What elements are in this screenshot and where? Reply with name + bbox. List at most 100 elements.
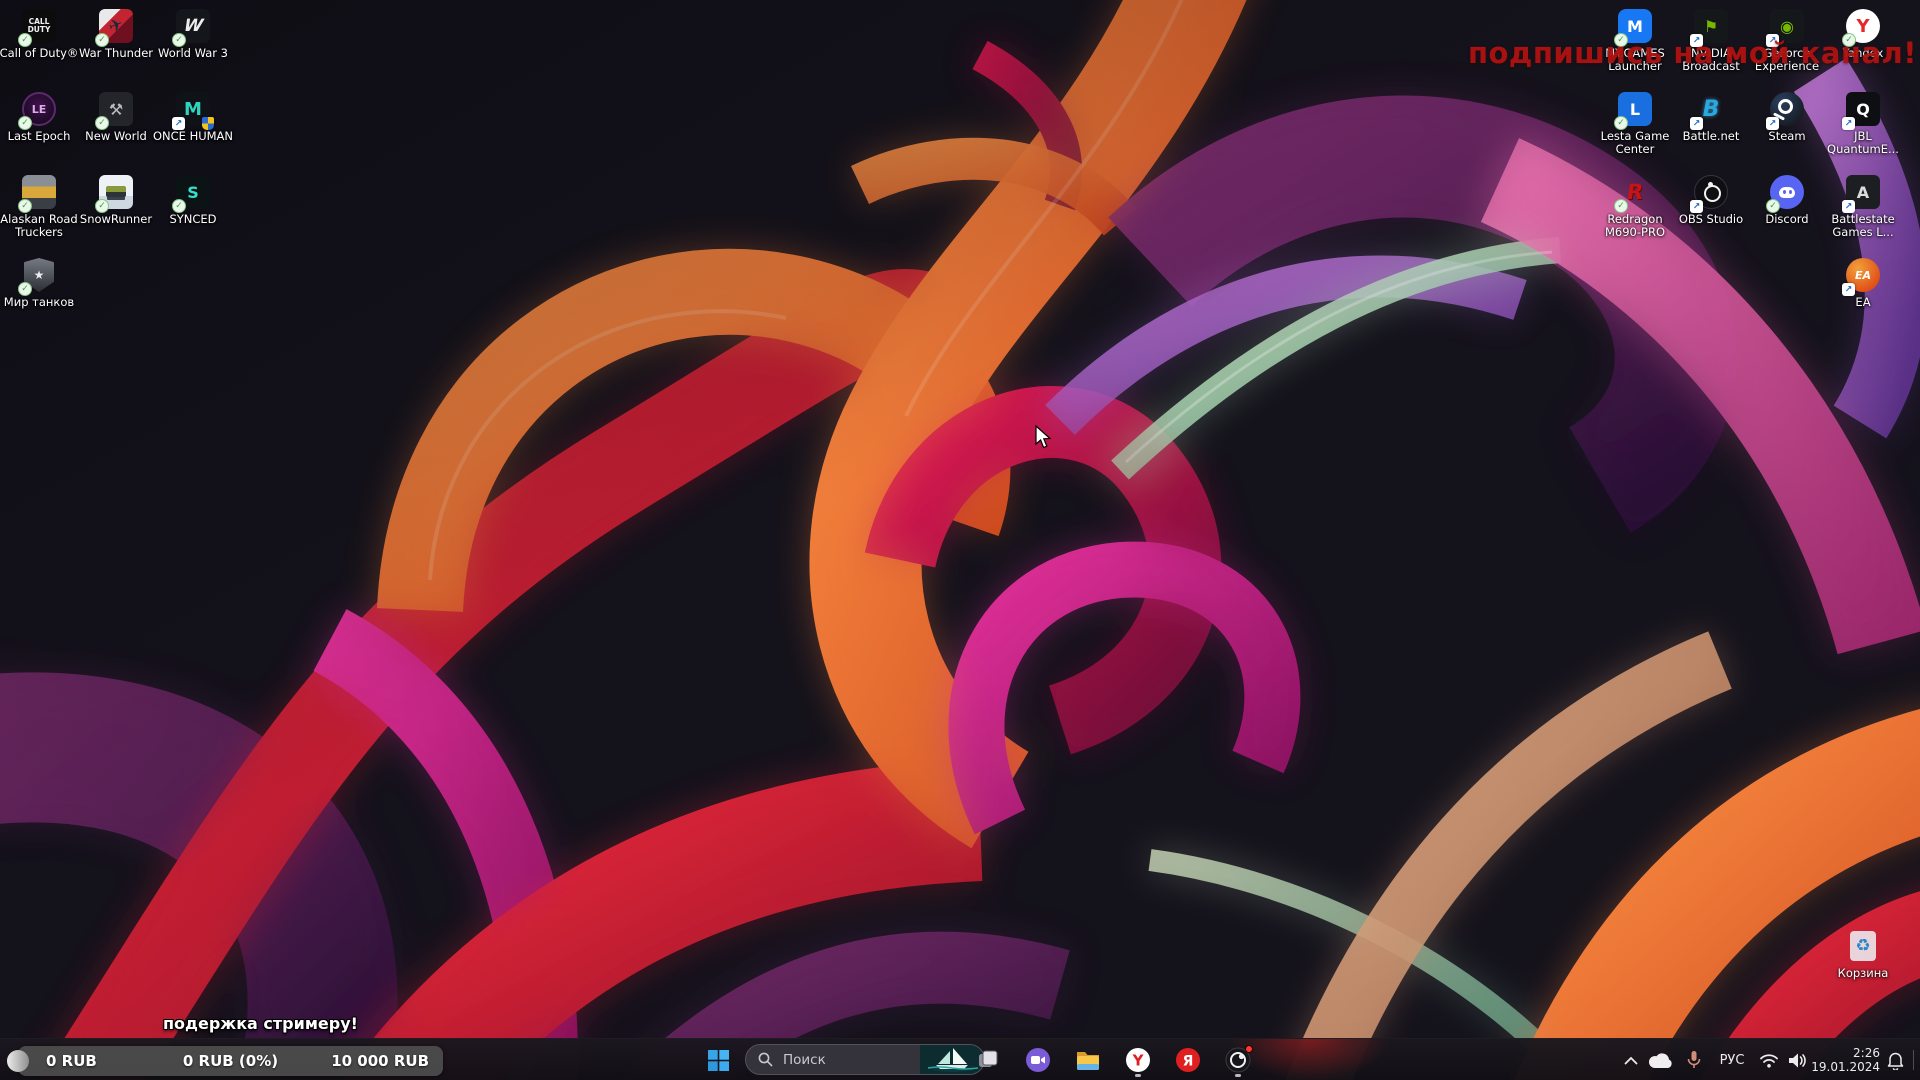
search-placeholder: Поиск <box>783 1052 920 1068</box>
file-explorer-icon <box>1075 1047 1101 1073</box>
steam-icon: ↗ <box>1769 91 1805 127</box>
desktop-icon-label: Discord <box>1745 213 1829 226</box>
notification-dot <box>1245 1045 1253 1053</box>
desktop-icon-label: SnowRunner <box>74 213 158 226</box>
tray-date: 19.01.2024 <box>1806 1060 1880 1074</box>
desktop-icon-mir-tankov[interactable]: ★✓Мир танков <box>0 257 78 309</box>
search-icon <box>758 1052 773 1067</box>
wifi-icon <box>1759 1053 1779 1068</box>
check-badge-icon: ✓ <box>18 116 32 130</box>
recycle-bin-tile: ♻ <box>1850 931 1876 961</box>
language-indicator[interactable]: РУС <box>1710 1039 1754 1080</box>
desktop-icon-obs-studio-desktop[interactable]: ↗OBS Studio <box>1672 174 1750 226</box>
mygames-launcher-glyph: M <box>1627 17 1643 36</box>
check-badge-icon: ✓ <box>1614 199 1628 213</box>
channel-promo-text: подпишись на мой канал! <box>1468 36 1917 70</box>
shortcut-arrow-badge-icon: ↗ <box>1690 200 1703 213</box>
desktop-icon-recycle-bin[interactable]: ♻ Корзина <box>1824 928 1902 980</box>
call-of-duty-icon: CALL DUTY✓ <box>21 8 57 44</box>
redragon-m690-icon: R✓ <box>1617 174 1653 210</box>
recycle-bin-glyph: ♻ <box>1855 936 1870 956</box>
desktop-icon-war-thunder[interactable]: ✈✓War Thunder <box>77 8 155 60</box>
yandex-browser-icon: Y <box>1125 1047 1151 1073</box>
uac-shield-badge-icon <box>202 117 214 130</box>
chat-button[interactable] <box>1018 1042 1058 1078</box>
desktop-icon-redragon-m690[interactable]: R✓ Redragon M690-PRO <box>1596 174 1674 239</box>
onedrive-button[interactable] <box>1646 1039 1676 1080</box>
notifications-button[interactable] <box>1882 1039 1908 1080</box>
desktop-icon-snowrunner[interactable]: ✓SnowRunner <box>77 174 155 226</box>
desktop-icon-label: Redragon M690-PRO <box>1593 213 1677 239</box>
task-view-button[interactable] <box>968 1042 1008 1078</box>
donation-progress: 0 RUB (0%) <box>18 1052 443 1070</box>
yandex-app-button[interactable]: Я <box>1168 1042 1208 1078</box>
desktop-icon-call-of-duty[interactable]: CALL DUTY✓Call of Duty® <box>0 8 78 60</box>
desktop-icon-label: Мир танков <box>0 296 81 309</box>
volume-icon <box>1787 1052 1807 1069</box>
onedrive-cloud-icon <box>1648 1052 1674 1069</box>
check-badge-icon: ✓ <box>95 116 109 130</box>
microphone-button[interactable] <box>1682 1039 1706 1080</box>
alaskan-road-truckers-icon: ✓ <box>21 174 57 210</box>
check-badge-icon: ✓ <box>95 199 109 213</box>
desktop-icon-world-war-3[interactable]: W✓World War 3 <box>154 8 232 60</box>
check-badge-icon: ✓ <box>95 33 109 47</box>
world-war-3-glyph: W <box>182 16 204 36</box>
desktop-icon-battlenet[interactable]: B↗ Battle.net <box>1672 91 1750 143</box>
donation-progress-bar: 0 RUB 0 RUB (0%) 10 000 RUB <box>18 1046 443 1076</box>
running-indicator <box>1135 1074 1141 1077</box>
tray-chevron-button[interactable] <box>1620 1039 1642 1080</box>
shortcut-arrow-badge-icon: ↗ <box>1842 283 1855 296</box>
windows-desktop: подпишись на мой канал! CALL DUTY✓Call o… <box>0 0 1920 1080</box>
wifi-button[interactable] <box>1756 1039 1782 1080</box>
start-button[interactable] <box>698 1042 738 1078</box>
check-badge-icon: ✓ <box>172 199 186 213</box>
file-explorer-button[interactable] <box>1068 1042 1108 1078</box>
desktop-icon-label: Alaskan Road Truckers <box>0 213 81 239</box>
desktop-icon-ea[interactable]: EA↗EA <box>1824 257 1902 309</box>
desktop-icon-label: Battlestate Games L... <box>1821 213 1905 239</box>
desktop-icon-jbl-quantum[interactable]: Q↗JBL QuantumE... <box>1824 91 1902 156</box>
call-of-duty-glyph: CALL DUTY <box>28 18 51 34</box>
snowrunner-icon: ✓ <box>98 174 134 210</box>
desktop-icon-label: Battle.net <box>1669 130 1753 143</box>
discord-icon: ✓ <box>1769 174 1805 210</box>
desktop-icon-steam[interactable]: ↗Steam <box>1748 91 1826 143</box>
yandex-browser-button[interactable]: Y <box>1118 1042 1158 1078</box>
desktop-icon-alaskan-road-truckers[interactable]: ✓ Alaskan Road Truckers <box>0 174 78 239</box>
yandex-glyph: Y <box>1856 16 1869 37</box>
battlenet-icon: B↗ <box>1693 91 1729 127</box>
desktop-icon-label: SYNCED <box>151 213 235 226</box>
desktop-icon-last-epoch[interactable]: LE✓Last Epoch <box>0 91 78 143</box>
search-input[interactable]: Поиск <box>745 1044 985 1075</box>
obs-studio-desktop-icon: ↗ <box>1693 174 1729 210</box>
desktop-icon-label: Корзина <box>1821 967 1905 980</box>
yandex-app-icon: Я <box>1175 1047 1201 1073</box>
desktop-icon-once-human[interactable]: M↗ONCE HUMAN <box>154 91 232 143</box>
synced-glyph: S <box>187 183 199 202</box>
lesta-game-center-glyph: L <box>1630 100 1640 119</box>
war-thunder-glyph: ✈ <box>106 14 127 38</box>
obs-studio-button[interactable] <box>1218 1042 1258 1078</box>
svg-text:Y: Y <box>1132 1052 1145 1070</box>
shortcut-arrow-badge-icon: ↗ <box>172 117 185 130</box>
desktop-icon-label: World War 3 <box>151 47 235 60</box>
chat-icon <box>1025 1047 1051 1073</box>
desktop-icon-lesta-game-center[interactable]: L✓Lesta Game Center <box>1596 91 1674 156</box>
shortcut-arrow-badge-icon: ↗ <box>1766 117 1779 130</box>
clock[interactable]: 2:26 19.01.2024 <box>1806 1039 1880 1080</box>
once-human-glyph: M <box>184 99 202 120</box>
task-view-icon <box>977 1049 999 1071</box>
desktop-icon-synced[interactable]: S✓SYNCED <box>154 174 232 226</box>
ea-glyph: EA <box>1855 269 1871 282</box>
desktop-icon-label: War Thunder <box>74 47 158 60</box>
desktop-icon-battlestate-games[interactable]: A↗Battlestate Games L... <box>1824 174 1902 239</box>
desktop-icon-new-world[interactable]: ⚒✓New World <box>77 91 155 143</box>
bell-icon <box>1887 1051 1904 1070</box>
desktop-icon-discord[interactable]: ✓ Discord <box>1748 174 1826 226</box>
desktop-icon-label: ONCE HUMAN <box>151 130 235 143</box>
desktop-icon-label: OBS Studio <box>1669 213 1753 226</box>
jbl-quantum-glyph: Q <box>1856 100 1870 119</box>
svg-text:Я: Я <box>1183 1054 1194 1070</box>
show-desktop-button[interactable] <box>1913 1050 1920 1070</box>
